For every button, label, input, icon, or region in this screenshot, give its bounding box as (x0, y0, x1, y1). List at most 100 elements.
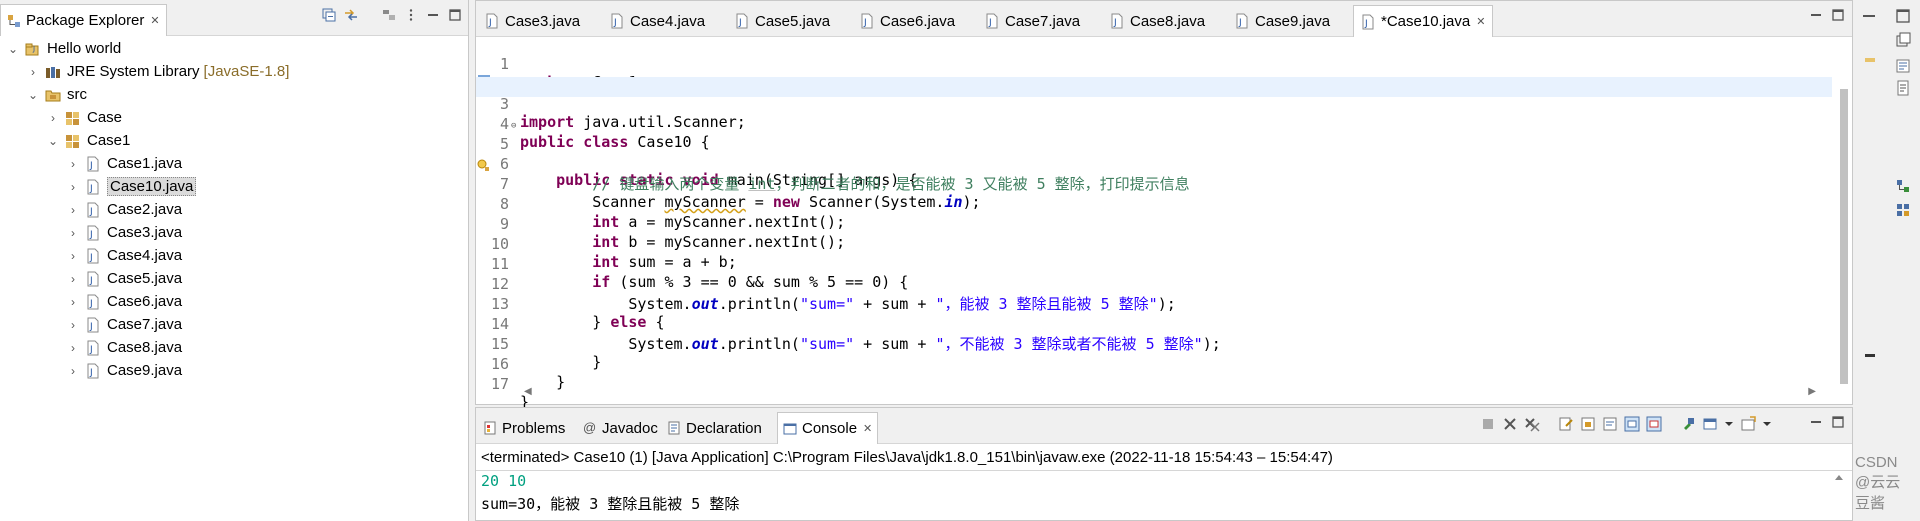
chevron-down-icon[interactable]: ⌄ (6, 42, 20, 56)
editor-tab[interactable]: J Case9.java (1228, 5, 1337, 37)
chevron-down-icon[interactable] (1762, 416, 1772, 432)
chevron-right-icon[interactable]: › (66, 364, 80, 378)
tab-declaration[interactable]: Declaration (662, 412, 767, 444)
close-icon[interactable]: ✕ (150, 14, 159, 27)
tree-item-project[interactable]: ⌄ J Hello world (6, 37, 121, 60)
tree-item-package-case[interactable]: › Case (46, 106, 122, 129)
line-number: 17 (490, 375, 509, 393)
type-hierarchy-icon[interactable] (1895, 178, 1911, 194)
tree-label: Case1 (87, 132, 131, 149)
chevron-right-icon[interactable]: › (66, 180, 80, 194)
tab-console[interactable]: Console ✕ (777, 412, 879, 444)
restore-icon[interactable] (1895, 32, 1911, 48)
tree-label: Case8.java (107, 339, 183, 356)
tab-problems[interactable]: Problems (478, 412, 570, 444)
tree-item-java-file[interactable]: › J Case2.java (66, 198, 182, 221)
tree-item-src[interactable]: ⌄ src (26, 83, 87, 106)
chevron-right-icon[interactable]: › (26, 65, 40, 79)
close-icon[interactable]: ✕ (1476, 15, 1485, 28)
scroll-left-icon[interactable]: ◀ (524, 386, 532, 397)
svg-text:J: J (89, 230, 93, 240)
chevron-down-icon[interactable]: ⌄ (46, 134, 60, 148)
tree-item-java-file[interactable]: › J Case4.java (66, 244, 182, 267)
outline-icon[interactable] (1895, 58, 1911, 74)
chevron-right-icon[interactable]: › (46, 111, 60, 125)
chevron-down-icon[interactable] (1724, 416, 1734, 432)
tree-item-java-file[interactable]: › J Case1.java (66, 152, 182, 175)
maximize-icon[interactable] (1832, 9, 1844, 21)
clear-console-icon[interactable] (1558, 416, 1574, 432)
minimize-icon[interactable] (1861, 8, 1877, 24)
link-with-editor-icon[interactable] (344, 8, 358, 22)
tree-item-java-file[interactable]: › J Case6.java (66, 290, 182, 313)
tree-item-java-file[interactable]: › J Case9.java (66, 359, 182, 382)
chevron-right-icon[interactable]: › (66, 295, 80, 309)
maximize-icon[interactable] (1832, 416, 1844, 428)
chevron-right-icon[interactable]: › (66, 272, 80, 286)
call-hierarchy-icon[interactable] (1895, 202, 1911, 218)
tree-item-java-file[interactable]: › J Case8.java (66, 336, 182, 359)
code-line: 8 int a = myScanner.nextInt(); (476, 177, 1832, 231)
pin-console-icon[interactable] (1680, 416, 1696, 432)
editor-tab[interactable]: J Case7.java (978, 5, 1087, 37)
minimize-icon[interactable] (1810, 416, 1822, 428)
tree-item-java-file[interactable]: › J Case7.java (66, 313, 182, 336)
terminate-icon[interactable] (1480, 416, 1496, 432)
chevron-right-icon[interactable]: › (66, 203, 80, 217)
horizontal-scrollbar[interactable]: ◀ ▶ (524, 386, 1816, 400)
tree-item-java-file[interactable]: › J Case3.java (66, 221, 182, 244)
java-file-icon: J (87, 317, 99, 332)
maximize-icon[interactable] (448, 8, 462, 22)
fold-icon[interactable]: ⊖ (511, 121, 516, 131)
code-area[interactable]: 1 package Case1; 2 3 import java.util.Sc… (476, 37, 1852, 411)
editor-tab[interactable]: J Case6.java (853, 5, 962, 37)
editor-tab[interactable]: J Case3.java (478, 5, 587, 37)
editor-tab-label: Case9.java (1255, 12, 1331, 30)
javadoc-icon: @ (583, 420, 597, 435)
code-line: 6 // 键盘输入两个变量 int，判断二者的和，是否能被 3 又能被 5 整除… (476, 137, 1832, 193)
editor-tab-active[interactable]: J *Case10.java ✕ (1353, 5, 1494, 37)
vertical-scrollbar[interactable] (1840, 89, 1848, 384)
filters-icon[interactable] (382, 8, 396, 22)
overview-ruler-marker-icon (1865, 58, 1875, 62)
task-list-icon[interactable] (1895, 80, 1911, 96)
minimize-icon[interactable] (1810, 9, 1822, 21)
chevron-down-icon[interactable]: ⌄ (26, 88, 40, 102)
scroll-lock-icon[interactable] (1580, 416, 1596, 432)
tab-package-explorer[interactable]: Package Explorer ✕ (0, 4, 167, 36)
tree-item-jre-library[interactable]: › JRE System Library [JavaSE-1.8] (26, 60, 289, 83)
tree-item-java-file-selected[interactable]: › J Case10.java (66, 175, 197, 198)
svg-text:J: J (89, 184, 93, 194)
maximize-icon[interactable] (1895, 8, 1911, 24)
editor-tab-label: *Case10.java (1381, 13, 1471, 30)
collapse-all-icon[interactable] (322, 8, 336, 22)
scroll-right-icon[interactable]: ▶ (1808, 386, 1816, 397)
chevron-right-icon[interactable]: › (66, 226, 80, 240)
chevron-right-icon[interactable]: › (66, 318, 80, 332)
word-wrap-icon[interactable] (1602, 416, 1618, 432)
view-menu-icon[interactable] (404, 8, 418, 22)
close-icon[interactable]: ✕ (863, 422, 872, 435)
editor-tab[interactable]: J Case4.java (603, 5, 712, 37)
show-on-stdout-icon[interactable] (1624, 416, 1640, 432)
scroll-up-icon[interactable] (1834, 472, 1844, 482)
chevron-right-icon[interactable]: › (66, 249, 80, 263)
show-on-stderr-icon[interactable] (1646, 416, 1662, 432)
editor-tab-label: Case7.java (1005, 12, 1081, 30)
remove-launch-icon[interactable] (1502, 416, 1518, 432)
chevron-right-icon[interactable]: › (66, 157, 80, 171)
chevron-right-icon[interactable]: › (66, 341, 80, 355)
open-console-icon[interactable] (1740, 416, 1756, 432)
tree-item-package-case1[interactable]: ⌄ Case1 (46, 129, 130, 152)
editor-tab-label: Case3.java (505, 12, 581, 30)
editor-tab[interactable]: J Case8.java (1103, 5, 1212, 37)
tree-item-java-file[interactable]: › J Case5.java (66, 267, 182, 290)
display-selected-console-icon[interactable] (1702, 416, 1718, 432)
console-toolbar (1480, 416, 1772, 432)
java-file-icon: J (1111, 13, 1123, 29)
tab-javadoc[interactable]: @ Javadoc (578, 412, 663, 444)
tree-sublabel: [JavaSE-1.8] (203, 63, 290, 80)
editor-tab[interactable]: J Case5.java (728, 5, 837, 37)
remove-all-terminated-icon[interactable] (1524, 416, 1540, 432)
minimize-icon[interactable] (426, 8, 440, 22)
